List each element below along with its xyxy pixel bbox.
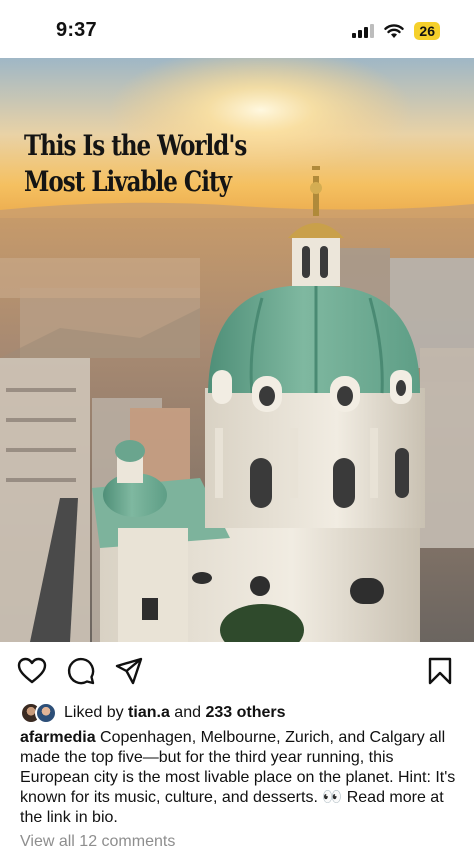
heart-icon[interactable] — [17, 656, 47, 686]
liker-avatars — [20, 702, 60, 724]
caption-username[interactable]: afarmedia — [20, 729, 96, 746]
image-headline: This Is the World's Most Livable City — [24, 128, 247, 200]
bookmark-icon[interactable] — [425, 656, 455, 686]
comment-icon[interactable] — [66, 656, 96, 686]
headline-line-1: This Is the World's — [24, 129, 247, 162]
wifi-icon — [384, 23, 405, 38]
battery-icon: 26 — [414, 22, 440, 40]
likes-prefix: Liked by — [64, 704, 124, 721]
post-caption: afarmedia Copenhagen, Melbourne, Zurich,… — [20, 728, 460, 828]
avatar — [35, 702, 57, 724]
likes-others[interactable]: 233 others — [205, 704, 285, 722]
view-comments-link[interactable]: View all 12 comments — [20, 833, 175, 851]
status-bar: 9:37 26 — [0, 0, 474, 58]
likes-middle: and — [174, 704, 201, 721]
cellular-signal-icon — [352, 24, 375, 38]
likes-user[interactable]: tian.a — [128, 704, 170, 722]
post-action-bar — [0, 652, 474, 692]
likes-row[interactable]: Liked by tian.a and 233 others — [20, 702, 286, 724]
share-icon[interactable] — [114, 656, 144, 686]
headline-line-2: Most Livable City — [24, 165, 232, 198]
post-image[interactable]: This Is the World's Most Livable City — [0, 58, 474, 642]
status-time: 9:37 — [56, 19, 97, 41]
status-indicators: 26 — [352, 22, 440, 40]
